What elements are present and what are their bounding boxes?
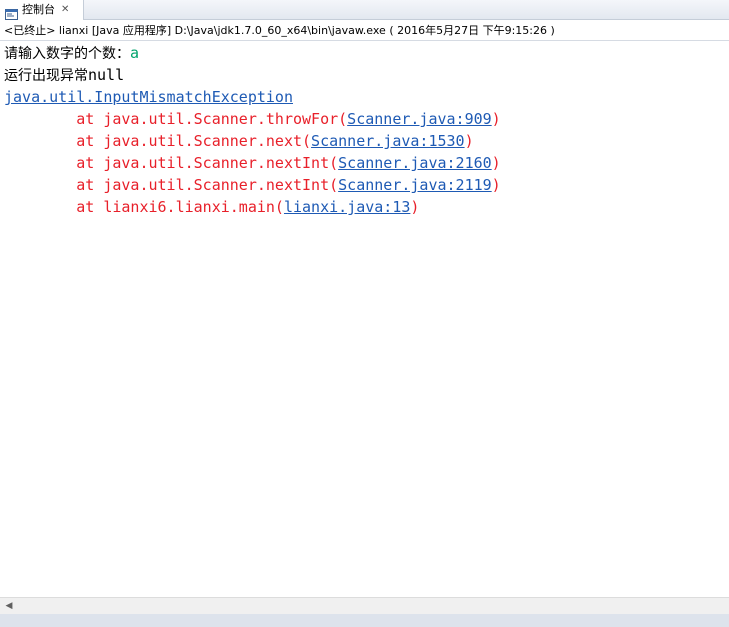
stack-frame-close: ) [491, 110, 501, 128]
stack-frame-source-link[interactable]: Scanner.java:2160 [338, 154, 492, 172]
stack-frame: at java.util.Scanner.nextInt(Scanner.jav… [4, 152, 501, 174]
stack-frame-method: at java.util.Scanner.nextInt( [4, 176, 339, 194]
scroll-left-icon[interactable]: ◀ [3, 600, 15, 612]
tab-console-label: 控制台 [22, 3, 55, 16]
tab-console[interactable]: 控制台 ✕ [0, 0, 84, 20]
console-icon [5, 5, 18, 20]
prompt-text: 请输入数字的个数： [4, 46, 130, 62]
stack-frame: at java.util.Scanner.throwFor(Scanner.ja… [4, 108, 501, 130]
error-message-line: 运行出现异常null [4, 64, 124, 86]
error-message-suffix: null [88, 66, 125, 84]
stack-frame-source-link[interactable]: Scanner.java:1530 [311, 132, 465, 150]
stack-frame-close: ) [410, 198, 420, 216]
launch-description: <已终止> lianxi [Java 应用程序] D:\Java\jdk1.7.… [0, 21, 729, 41]
horizontal-scrollbar[interactable]: ◀ [0, 597, 729, 614]
status-strip [0, 614, 729, 627]
exception-line: java.util.InputMismatchException [4, 86, 293, 108]
stack-frame-close: ) [491, 154, 501, 172]
close-icon[interactable]: ✕ [61, 0, 69, 20]
stack-frame-method: at java.util.Scanner.throwFor( [4, 110, 348, 128]
stack-frame: at java.util.Scanner.next(Scanner.java:1… [4, 130, 474, 152]
stack-frame-source-link[interactable]: Scanner.java:2119 [338, 176, 492, 194]
console-output[interactable]: 请输入数字的个数：a 运行出现异常null java.util.InputMis… [0, 42, 729, 597]
stack-frame-close: ) [491, 176, 501, 194]
stack-frame-method: at java.util.Scanner.next( [4, 132, 312, 150]
stack-frame-source-link[interactable]: Scanner.java:909 [347, 110, 492, 128]
exception-link[interactable]: java.util.InputMismatchException [4, 88, 293, 106]
view-tab-bar: 控制台 ✕ [0, 0, 729, 20]
error-message-text: 运行出现异常 [4, 68, 88, 84]
console-window: 控制台 ✕ <已终止> lianxi [Java 应用程序] D:\Java\j… [0, 0, 729, 627]
user-input-text: a [130, 44, 140, 62]
stack-frame: at lianxi6.lianxi.main(lianxi.java:13) [4, 196, 419, 218]
stack-frame: at java.util.Scanner.nextInt(Scanner.jav… [4, 174, 501, 196]
stack-frame-close: ) [464, 132, 474, 150]
prompt-line: 请输入数字的个数：a [4, 42, 139, 64]
stack-frame-source-link[interactable]: lianxi.java:13 [284, 198, 410, 216]
stack-frame-method: at java.util.Scanner.nextInt( [4, 154, 339, 172]
stack-frame-method: at lianxi6.lianxi.main( [4, 198, 284, 216]
